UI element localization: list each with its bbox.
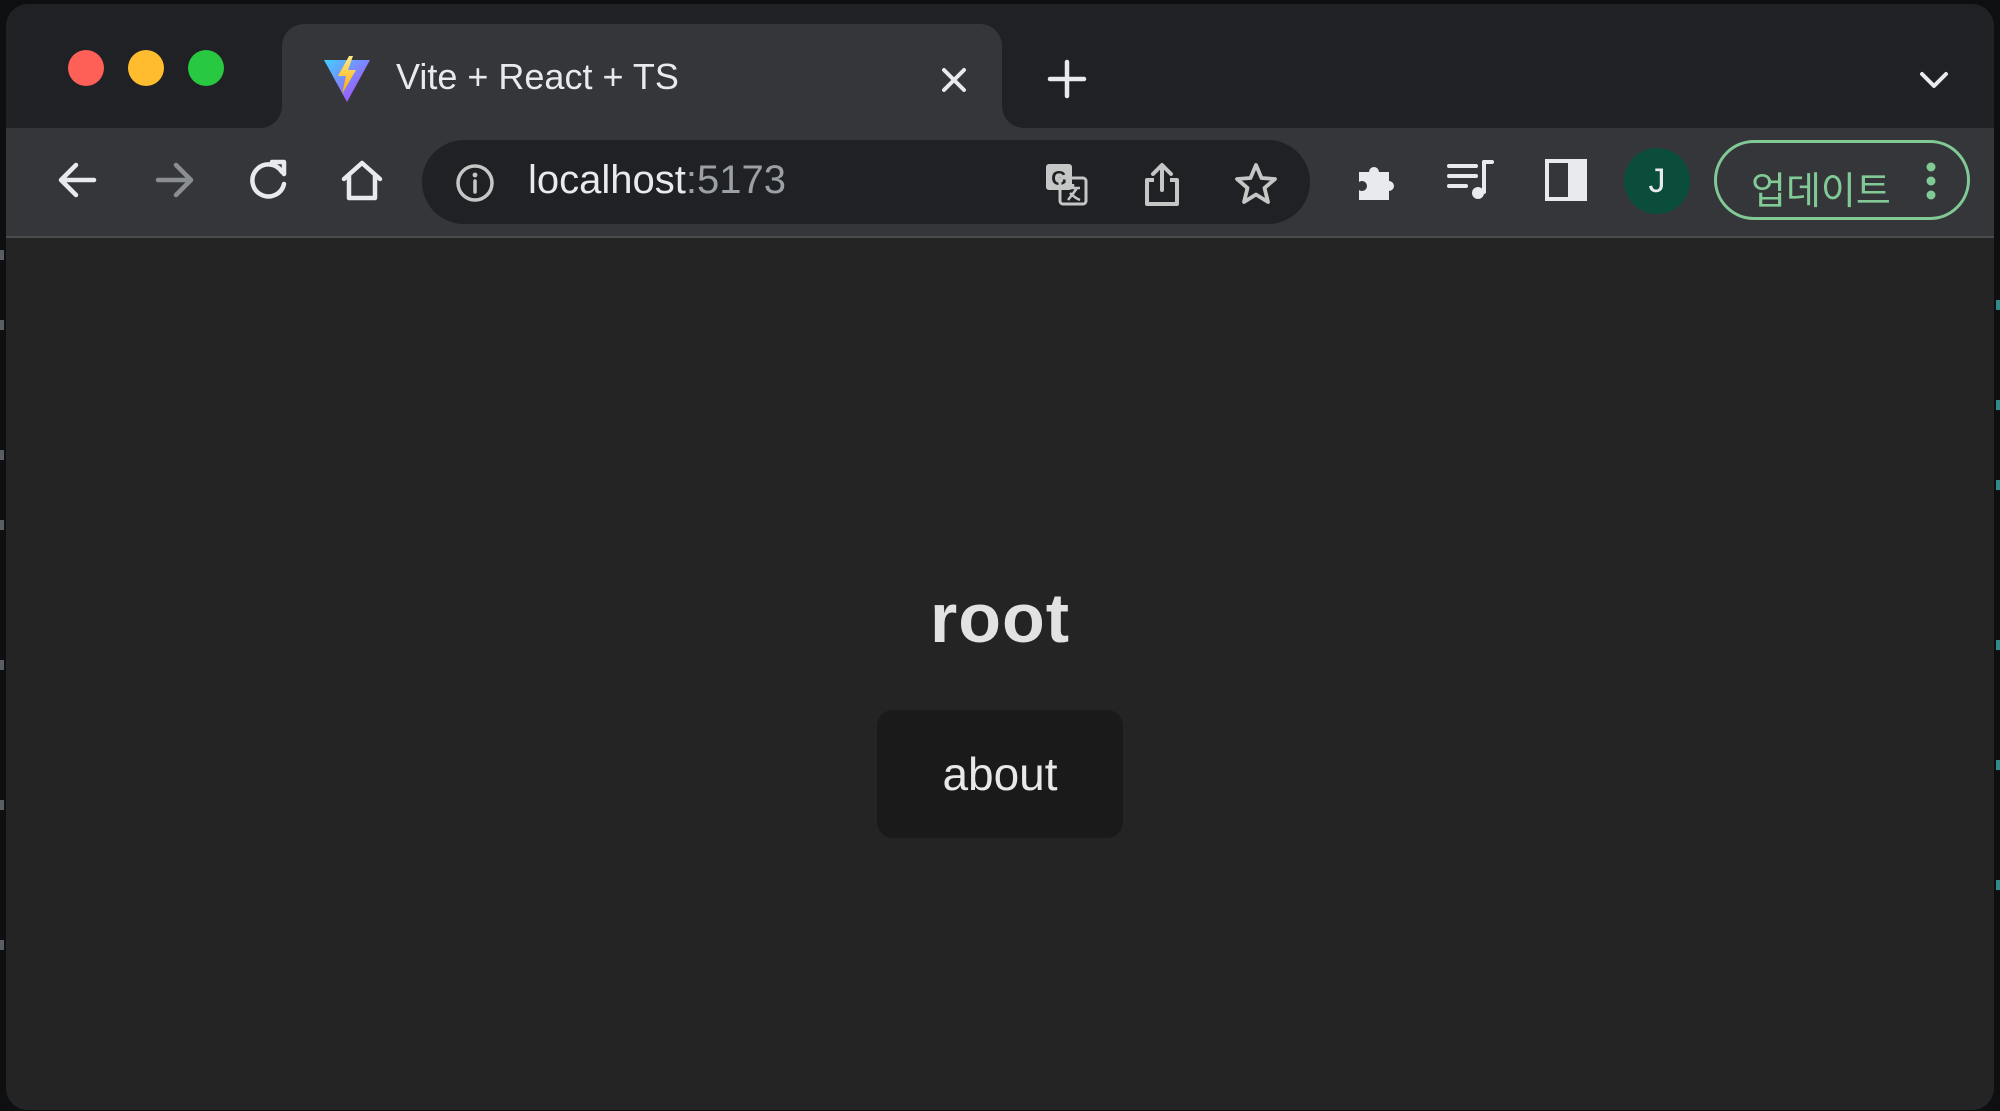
- profile-avatar[interactable]: J: [1624, 148, 1690, 214]
- back-arrow-icon[interactable]: [52, 154, 104, 206]
- site-info-icon[interactable]: [454, 162, 496, 204]
- about-link-button[interactable]: about: [877, 710, 1123, 838]
- browser-window: Vite + React + TS localhost:5173 G J 업데이…: [6, 4, 1994, 1110]
- desktop-edge-mark: [1996, 760, 2000, 770]
- side-panel-icon[interactable]: [1540, 154, 1592, 206]
- close-window-button[interactable]: [68, 50, 104, 86]
- desktop-edge-mark: [1996, 880, 2000, 890]
- home-icon[interactable]: [336, 154, 388, 206]
- media-queue-icon[interactable]: [1444, 154, 1496, 206]
- desktop-edge-mark: [1996, 300, 2000, 310]
- desktop-edge-mark: [1996, 400, 2000, 410]
- extensions-puzzle-icon[interactable]: [1350, 154, 1402, 206]
- url-port: :5173: [685, 158, 786, 202]
- desktop-edge-mark: [0, 800, 4, 810]
- desktop-edge-mark: [0, 250, 4, 260]
- reload-icon[interactable]: [242, 154, 294, 206]
- page-heading: root: [929, 579, 1071, 657]
- url-text[interactable]: localhost:5173: [528, 158, 786, 203]
- tab-strip: Vite + React + TS: [6, 4, 1994, 128]
- update-button[interactable]: 업데이트: [1714, 140, 1970, 220]
- browser-toolbar: localhost:5173 G J 업데이트: [6, 128, 1994, 238]
- chevron-down-icon[interactable]: [1914, 62, 1954, 98]
- desktop-edge-mark: [0, 940, 4, 950]
- browser-tab-active[interactable]: Vite + React + TS: [282, 24, 1002, 128]
- address-bar[interactable]: localhost:5173 G: [422, 140, 1310, 224]
- forward-arrow-icon[interactable]: [148, 154, 200, 206]
- more-vert-icon[interactable]: [1925, 161, 1937, 201]
- desktop-edge-mark: [0, 320, 4, 330]
- desktop-edge-mark: [0, 520, 4, 530]
- desktop-edge-mark: [1996, 480, 2000, 490]
- update-button-label: 업데이트: [1751, 171, 1891, 213]
- desktop-edge-mark: [0, 450, 4, 460]
- zoom-window-button[interactable]: [188, 50, 224, 86]
- desktop-edge-mark: [1996, 640, 2000, 650]
- close-tab-icon[interactable]: [934, 60, 974, 100]
- vite-logo-icon: [324, 56, 370, 102]
- new-tab-icon[interactable]: [1044, 56, 1090, 102]
- share-icon[interactable]: [1138, 160, 1186, 208]
- tab-title: Vite + React + TS: [396, 56, 679, 97]
- minimize-window-button[interactable]: [128, 50, 164, 86]
- url-host: localhost: [528, 158, 686, 202]
- page-viewport: root about: [6, 238, 1994, 1110]
- translate-icon[interactable]: G: [1042, 160, 1090, 208]
- bookmark-star-icon[interactable]: [1232, 160, 1280, 208]
- desktop-edge-mark: [0, 660, 4, 670]
